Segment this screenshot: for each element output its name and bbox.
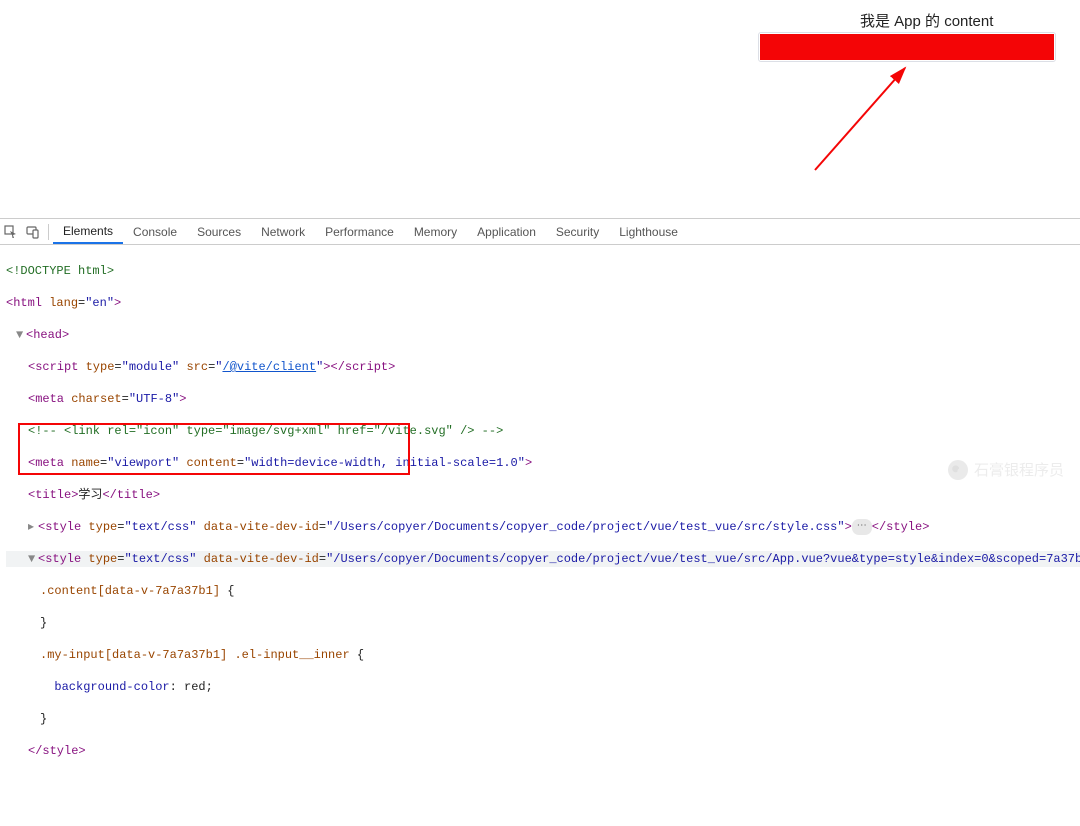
devtools-tabbar: Elements Console Sources Network Perform… bbox=[0, 219, 1080, 245]
dom-comment-link[interactable]: <!-- <link rel="icon" type="image/svg+xm… bbox=[6, 423, 1080, 439]
my-input-wrapper[interactable] bbox=[758, 32, 1056, 62]
dom-style1[interactable]: ▸<style type="text/css" data-vite-dev-id… bbox=[6, 519, 1080, 535]
tab-security[interactable]: Security bbox=[546, 219, 609, 244]
dom-script-module[interactable]: <script type="module" src="/@vite/client… bbox=[6, 359, 1080, 375]
tab-lighthouse[interactable]: Lighthouse bbox=[609, 219, 688, 244]
el-input-inner[interactable] bbox=[760, 34, 1054, 60]
tab-memory[interactable]: Memory bbox=[404, 219, 467, 244]
dom-css-rule1-sel[interactable]: .content[data-v-7a7a37b1] { bbox=[6, 583, 1080, 599]
dom-title[interactable]: <title>学习</title> bbox=[6, 487, 1080, 503]
content-label: 我是 App 的 content bbox=[860, 10, 993, 31]
watermark-text: 石膏银程序员 bbox=[974, 459, 1064, 480]
annotation-arrow bbox=[800, 60, 920, 180]
devtools-panel: Elements Console Sources Network Perform… bbox=[0, 218, 1080, 825]
dom-css-rule2-close[interactable]: } bbox=[6, 711, 1080, 727]
dom-style2-close[interactable]: </style> bbox=[6, 743, 1080, 759]
elements-dom-tree[interactable]: <!DOCTYPE html> <html lang="en"> ▼<head>… bbox=[0, 245, 1080, 825]
dom-doctype[interactable]: <!DOCTYPE html> bbox=[6, 263, 1080, 279]
dom-html-open[interactable]: <html lang="en"> bbox=[6, 295, 1080, 311]
ellipsis-icon[interactable]: ⋯ bbox=[852, 519, 872, 535]
dom-head-open[interactable]: ▼<head> bbox=[6, 327, 1080, 343]
tab-elements[interactable]: Elements bbox=[53, 219, 123, 244]
dom-css-rule2-body[interactable]: background-color: red; bbox=[6, 679, 1080, 695]
tab-console[interactable]: Console bbox=[123, 219, 187, 244]
tab-network[interactable]: Network bbox=[251, 219, 315, 244]
device-toggle-icon[interactable] bbox=[22, 219, 44, 244]
inspect-icon[interactable] bbox=[0, 219, 22, 244]
tab-sources[interactable]: Sources bbox=[187, 219, 251, 244]
dom-style2-open[interactable]: ▼<style type="text/css" data-vite-dev-id… bbox=[6, 551, 1080, 567]
dom-meta-charset[interactable]: <meta charset="UTF-8"> bbox=[6, 391, 1080, 407]
tab-application[interactable]: Application bbox=[467, 219, 546, 244]
watermark: 石膏银程序员 bbox=[948, 459, 1064, 480]
tab-separator bbox=[48, 224, 49, 240]
dom-css-rule2-sel[interactable]: .my-input[data-v-7a7a37b1] .el-input__in… bbox=[6, 647, 1080, 663]
dom-css-rule1-close[interactable]: } bbox=[6, 615, 1080, 631]
tab-performance[interactable]: Performance bbox=[315, 219, 404, 244]
page-preview: 我是 App 的 content bbox=[0, 0, 1080, 218]
dom-meta-viewport[interactable]: <meta name="viewport" content="width=dev… bbox=[6, 455, 1080, 471]
wechat-icon bbox=[948, 460, 968, 480]
